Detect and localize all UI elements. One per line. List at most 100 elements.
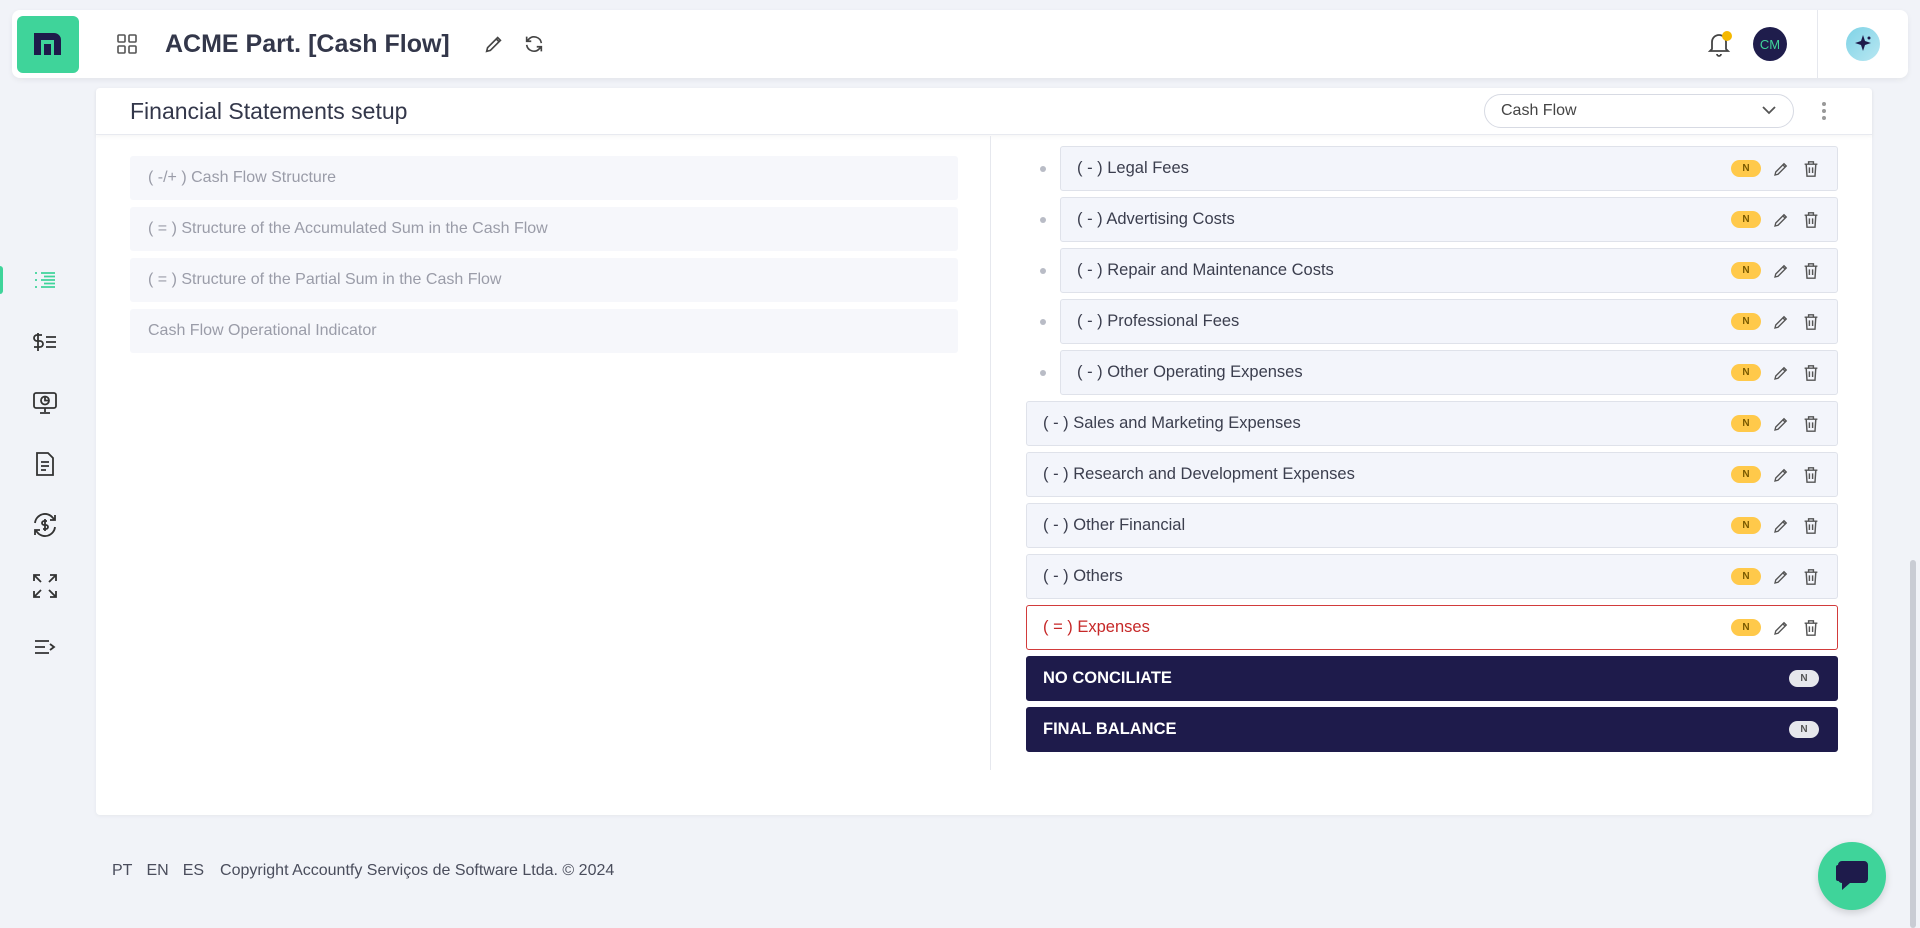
bullet-icon <box>1040 267 1046 274</box>
sidebar-item-reports[interactable] <box>0 433 90 494</box>
row-actions: N <box>1731 159 1837 179</box>
structure-item[interactable]: Cash Flow Operational Indicator <box>130 309 958 353</box>
row-actions: N <box>1731 465 1837 485</box>
setup-card: Financial Statements setup Cash Flow ( -… <box>96 88 1872 815</box>
statement-select-value: Cash Flow <box>1501 102 1577 119</box>
row-actions: N <box>1731 261 1837 281</box>
status-badge: N <box>1789 670 1819 687</box>
delete-icon[interactable] <box>1801 159 1821 179</box>
structure-item[interactable]: ( = ) Structure of the Accumulated Sum i… <box>130 207 958 251</box>
card-header: Financial Statements setup Cash Flow <box>96 88 1872 135</box>
sidebar-item-collapse[interactable] <box>0 616 90 677</box>
delete-icon[interactable] <box>1801 465 1821 485</box>
delete-icon[interactable] <box>1801 414 1821 434</box>
edit-icon[interactable] <box>1771 618 1791 638</box>
notifications-bell-icon[interactable] <box>1705 30 1733 58</box>
edit-icon[interactable] <box>1771 414 1791 434</box>
row-actions: N <box>1731 363 1837 383</box>
delete-icon[interactable] <box>1801 567 1821 587</box>
ai-assistant-button[interactable] <box>1818 10 1908 78</box>
sidebar-item-conversion[interactable] <box>0 494 90 555</box>
more-options-icon[interactable] <box>1812 102 1836 120</box>
document-icon <box>36 451 54 476</box>
monitor-chart-icon <box>33 391 57 414</box>
edit-title-icon[interactable] <box>480 30 508 58</box>
accountfy-logo[interactable] <box>17 15 79 73</box>
line-item-row[interactable]: ( - ) Others N <box>1026 554 1838 599</box>
user-avatar[interactable]: CM <box>1753 27 1787 61</box>
currency-exchange-icon <box>34 512 56 537</box>
line-item-row[interactable]: ( - ) Other Operating Expenses N <box>1040 350 1838 395</box>
line-item-row[interactable]: NO CONCILIATE N <box>1026 656 1838 701</box>
delete-icon[interactable] <box>1801 618 1821 638</box>
lang-es[interactable]: ES <box>183 862 204 880</box>
app-title: ACME Part. [Cash Flow] <box>165 29 450 58</box>
delete-icon[interactable] <box>1801 516 1821 536</box>
sidebar-item-accounts[interactable] <box>0 311 90 372</box>
list-tree-icon <box>35 271 55 288</box>
dollar-list-icon <box>33 332 56 351</box>
page-scrollbar[interactable] <box>1910 560 1916 928</box>
line-item-row[interactable]: ( - ) Research and Development Expenses N <box>1026 452 1838 497</box>
line-item-row[interactable]: FINAL BALANCE N <box>1026 707 1838 752</box>
row-actions: N <box>1731 210 1837 230</box>
line-item-label: ( - ) Other Operating Expenses <box>1077 363 1303 381</box>
sidebar-item-structure[interactable] <box>0 250 90 311</box>
status-badge: N <box>1731 619 1761 636</box>
structure-item[interactable]: ( -/+ ) Cash Flow Structure <box>130 156 958 200</box>
lang-pt[interactable]: PT <box>112 862 132 880</box>
line-item-row[interactable]: ( - ) Other Financial N <box>1026 503 1838 548</box>
chat-bubble-icon <box>1836 861 1868 890</box>
row-actions: N <box>1731 567 1837 587</box>
status-badge: N <box>1731 262 1761 279</box>
delete-icon[interactable] <box>1801 363 1821 383</box>
edit-icon[interactable] <box>1771 567 1791 587</box>
row-actions: N <box>1731 516 1837 536</box>
line-item-row[interactable]: ( - ) Legal Fees N <box>1040 146 1838 191</box>
edit-icon[interactable] <box>1771 312 1791 332</box>
statement-select[interactable]: Cash Flow <box>1484 94 1794 128</box>
delete-icon[interactable] <box>1801 261 1821 281</box>
line-item-label: ( - ) Professional Fees <box>1077 312 1240 330</box>
line-item-row[interactable]: ( - ) Advertising Costs N <box>1040 197 1838 242</box>
line-item-label: ( - ) Other Financial <box>1043 516 1186 534</box>
sidebar-item-expand[interactable] <box>0 555 90 616</box>
status-badge: N <box>1731 211 1761 228</box>
line-item-label: NO CONCILIATE <box>1043 669 1172 687</box>
edit-icon[interactable] <box>1771 465 1791 485</box>
line-item-label: ( - ) Repair and Maintenance Costs <box>1077 261 1334 279</box>
delete-icon[interactable] <box>1801 312 1821 332</box>
expand-arrows-icon <box>33 573 57 598</box>
sidebar-item-dashboard[interactable] <box>0 372 90 433</box>
delete-icon[interactable] <box>1801 210 1821 230</box>
bullet-icon <box>1040 216 1046 223</box>
row-actions: N <box>1731 618 1837 638</box>
structure-item[interactable]: ( = ) Structure of the Partial Sum in th… <box>130 258 958 302</box>
edit-icon[interactable] <box>1771 261 1791 281</box>
line-item-label: ( = ) Expenses <box>1043 618 1150 636</box>
status-badge: N <box>1789 721 1819 738</box>
edit-icon[interactable] <box>1771 210 1791 230</box>
line-item-row[interactable]: ( = ) Expenses N <box>1026 605 1838 650</box>
status-badge: N <box>1731 364 1761 381</box>
notification-dot <box>1722 31 1732 41</box>
bullet-icon <box>1040 165 1046 172</box>
menu-collapse-icon <box>35 639 56 654</box>
lang-en[interactable]: EN <box>146 862 168 880</box>
chat-support-button[interactable] <box>1818 842 1886 910</box>
logo-icon <box>34 33 61 55</box>
line-item-label: ( - ) Research and Development Expenses <box>1043 465 1355 483</box>
status-badge: N <box>1731 313 1761 330</box>
edit-icon[interactable] <box>1771 516 1791 536</box>
line-item-row[interactable]: ( - ) Repair and Maintenance Costs N <box>1040 248 1838 293</box>
column-divider <box>990 136 991 770</box>
copyright-text: Copyright Accountfy Serviços de Software… <box>220 862 615 879</box>
line-item-row[interactable]: ( - ) Professional Fees N <box>1040 299 1838 344</box>
refresh-icon[interactable] <box>520 30 548 58</box>
bullet-icon <box>1040 369 1046 376</box>
edit-icon[interactable] <box>1771 159 1791 179</box>
apps-grid-icon[interactable] <box>115 32 139 56</box>
edit-icon[interactable] <box>1771 363 1791 383</box>
line-item-row[interactable]: ( - ) Sales and Marketing Expenses N <box>1026 401 1838 446</box>
status-badge: N <box>1731 160 1761 177</box>
